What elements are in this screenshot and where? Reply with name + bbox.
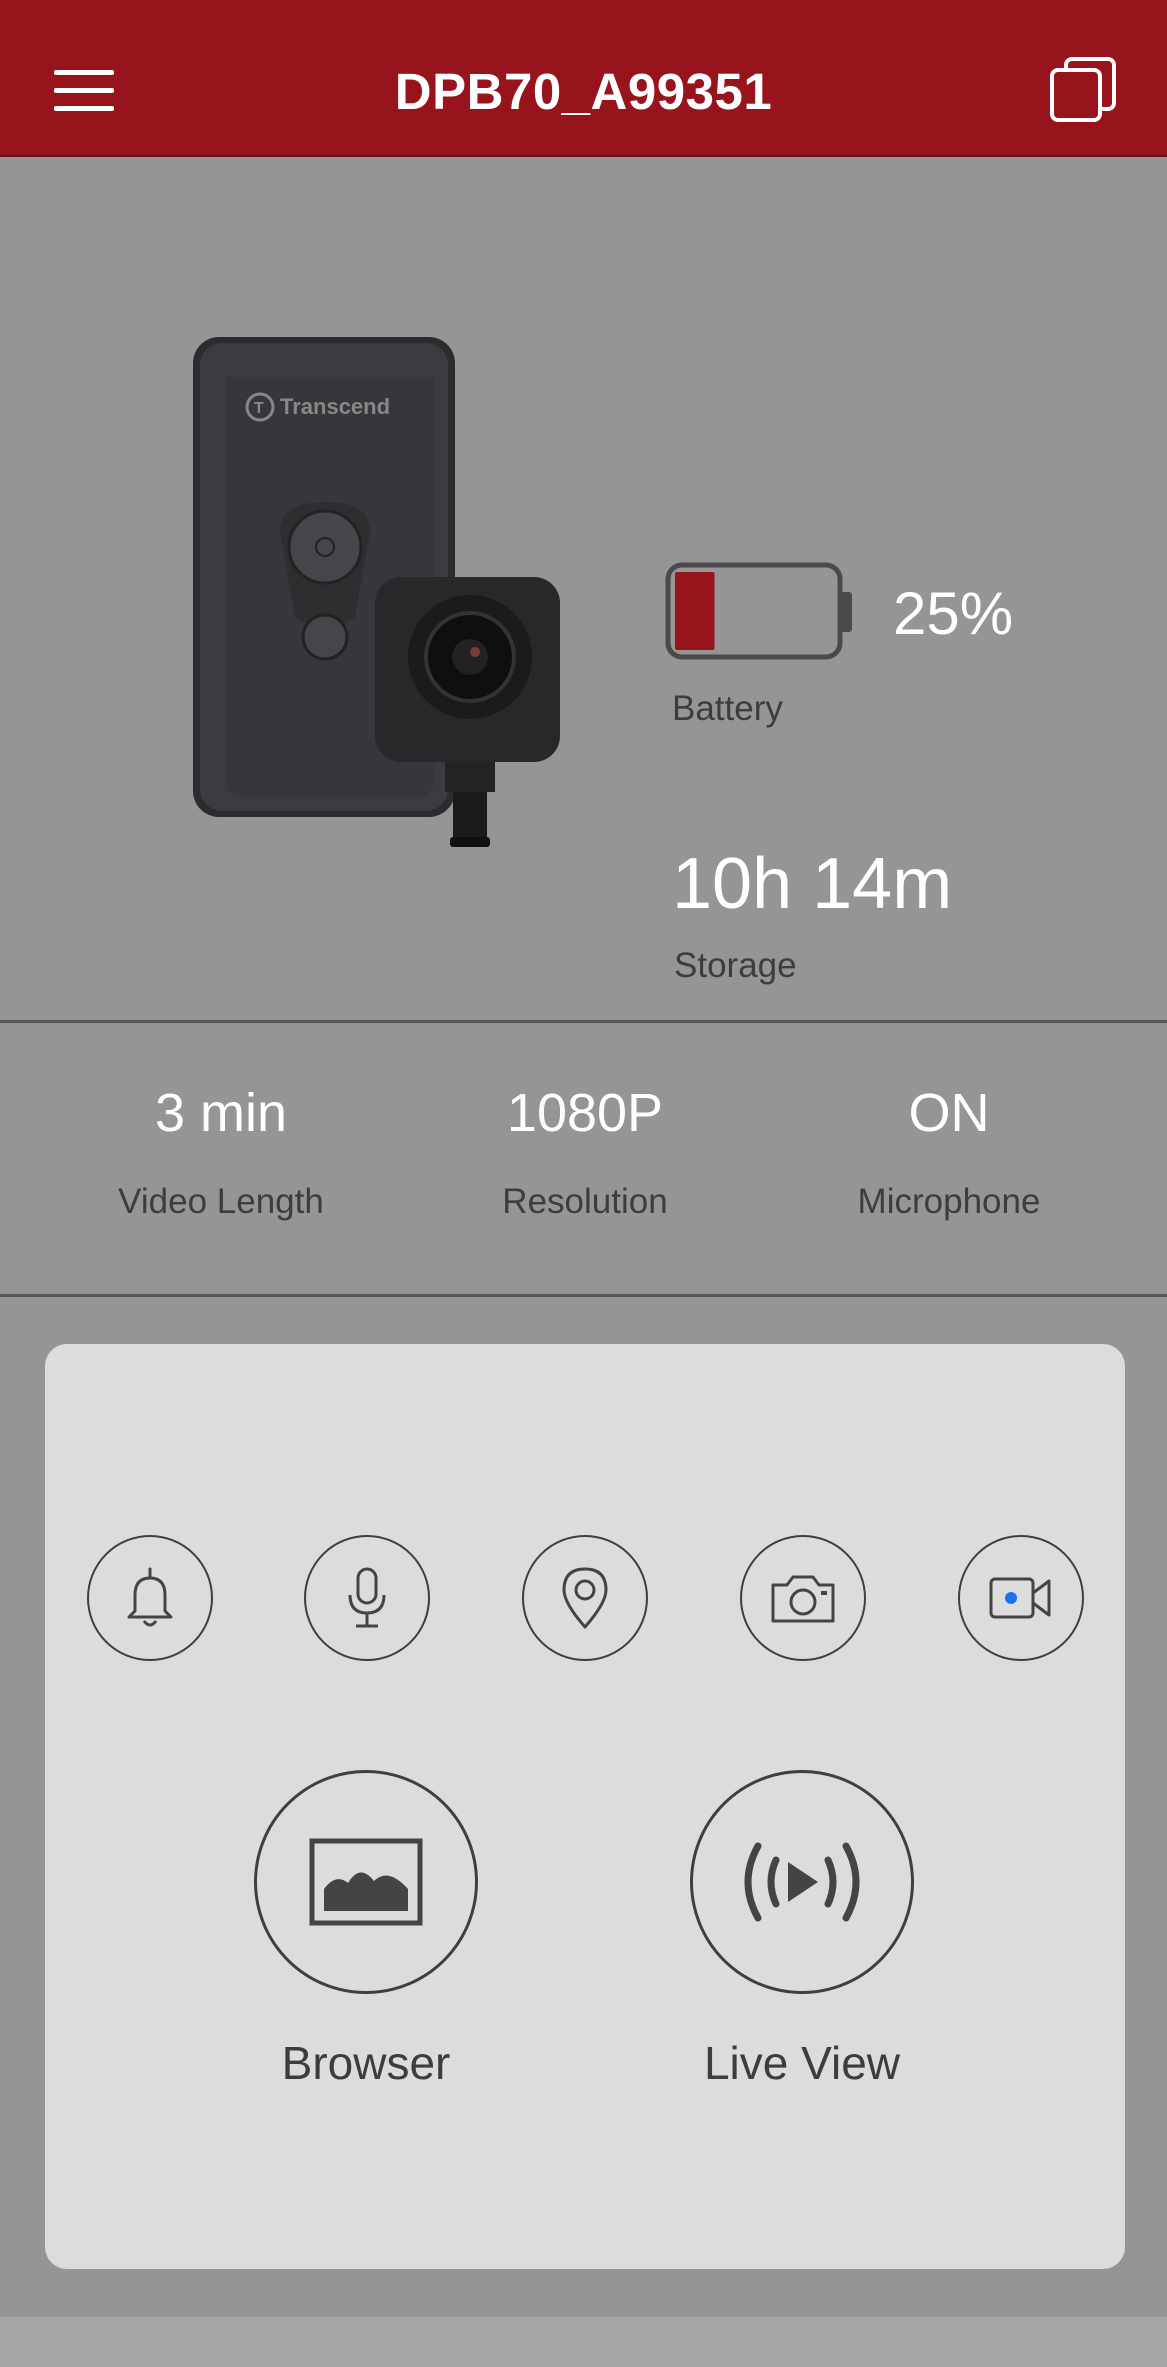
video-record-icon	[989, 1577, 1051, 1619]
camera-icon	[771, 1575, 835, 1623]
body-camera-product-image: T Transcend	[193, 337, 560, 847]
storage-remaining: 10h 14m	[672, 844, 953, 924]
microphone-icon	[348, 1567, 386, 1628]
storage-label: Storage	[674, 946, 797, 985]
stacked-windows-icon	[1050, 57, 1116, 122]
browser-label: Browser	[281, 2037, 451, 2089]
video-record-button[interactable]	[958, 1535, 1084, 1661]
bottom-bar	[0, 2317, 1167, 2367]
location-button[interactable]	[522, 1535, 648, 1661]
stat-video-length: 3 min Video Length	[39, 1078, 403, 1222]
stat-microphone: ON Microphone	[767, 1078, 1131, 1222]
live-view-label: Live View	[703, 2037, 901, 2089]
browser-button[interactable]	[254, 1770, 478, 1994]
notification-button[interactable]	[87, 1535, 213, 1661]
brand-logo: Transcend	[280, 394, 390, 419]
action-panel: Browser Live View	[45, 1344, 1125, 2269]
stat-label: Video Length	[118, 1182, 324, 1221]
live-stream-icon	[744, 1842, 860, 1922]
stat-value: 3 min	[154, 1083, 288, 1143]
stat-resolution: 1080P Resolution	[403, 1078, 767, 1222]
battery-gauge	[665, 562, 855, 665]
stat-label: Resolution	[502, 1182, 668, 1221]
audio-record-button[interactable]	[304, 1535, 430, 1661]
divider	[0, 1020, 1167, 1023]
bell-icon	[127, 1567, 173, 1627]
image-gallery-icon	[309, 1838, 423, 1926]
divider	[0, 1294, 1167, 1297]
device-status-section: T Transcend 25% Battery 10h 14m Storage	[0, 157, 1167, 1022]
battery-label: Battery	[672, 689, 783, 728]
battery-percentage: 25%	[893, 580, 1014, 647]
stat-value: 1080P	[506, 1083, 664, 1143]
location-pin-icon	[562, 1567, 608, 1629]
stat-value: ON	[908, 1083, 990, 1143]
stat-label: Microphone	[857, 1182, 1041, 1221]
app-header: DPB70_A99351	[0, 0, 1167, 157]
page-title: DPB70_A99351	[394, 63, 773, 120]
svg-text:T: T	[254, 400, 264, 417]
battery-icon	[665, 562, 852, 660]
live-view-button[interactable]	[690, 1770, 914, 1994]
snapshot-button[interactable]	[740, 1535, 866, 1661]
device-list-button[interactable]	[1048, 55, 1120, 125]
